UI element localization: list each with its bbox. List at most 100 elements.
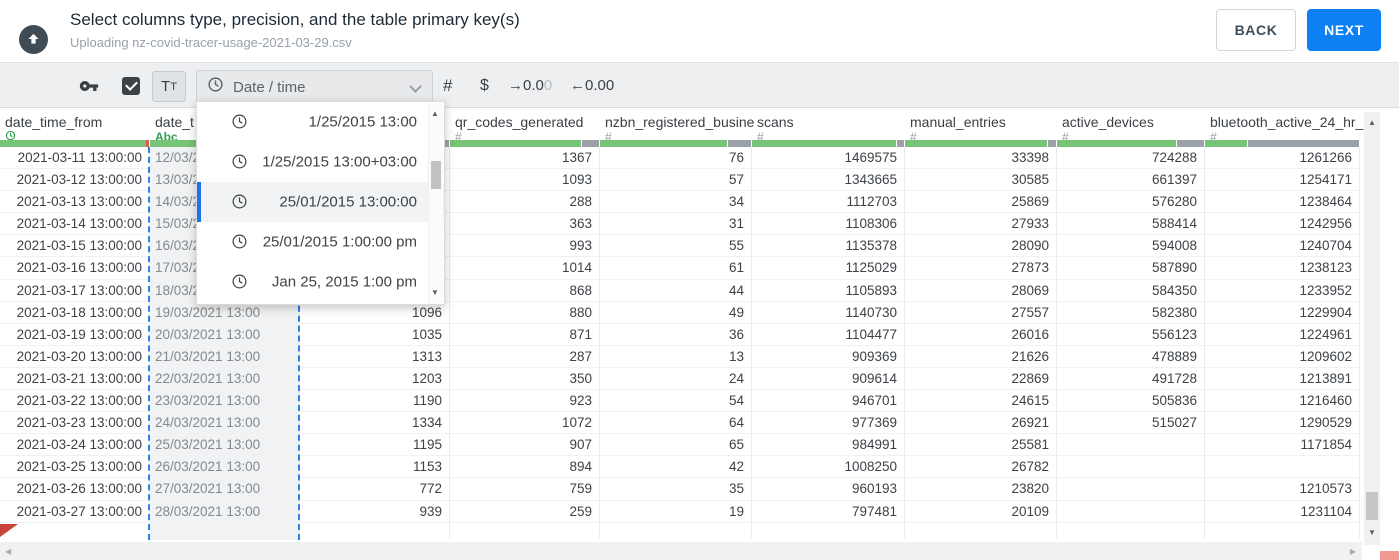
scroll-right-icon[interactable]: ▶ [1350,547,1356,556]
table-cell[interactable]: 2021-03-12 13:00:00 [0,169,150,191]
table-cell[interactable]: 35 [600,478,752,500]
table-cell[interactable]: 977369 [752,412,905,434]
table-cell[interactable]: 1014 [450,257,600,279]
table-cell[interactable]: 584350 [1057,280,1205,302]
table-cell[interactable]: 1093 [450,169,600,191]
table-cell[interactable] [1057,478,1205,500]
table-cell[interactable]: 907 [450,434,600,456]
table-cell[interactable]: 2021-03-13 13:00:00 [0,191,150,213]
table-cell[interactable]: 960193 [752,478,905,500]
column-header-scans[interactable]: scans [757,114,794,130]
table-cell[interactable]: 24/03/2021 13:00 [150,412,300,434]
table-cell[interactable]: 556123 [1057,324,1205,346]
table-cell[interactable]: 27/03/2021 13:00 [150,478,300,500]
table-cell[interactable]: 2021-03-25 13:00:00 [0,456,150,478]
table-cell[interactable]: 2021-03-27 13:00:00 [0,501,150,523]
table-cell[interactable]: 27933 [905,213,1057,235]
table-cell[interactable]: 49 [600,302,752,324]
table-cell[interactable]: 2021-03-22 13:00:00 [0,390,150,412]
table-cell[interactable]: 478889 [1057,346,1205,368]
table-cell[interactable]: 724288 [1057,147,1205,169]
column-header-date_t[interactable]: date_t [155,114,194,130]
table-cell[interactable]: 42 [600,456,752,478]
table-cell[interactable]: 21/03/2021 13:00 [150,346,300,368]
table-cell[interactable]: 1469575 [752,147,905,169]
vertical-scrollbar[interactable]: ▲ ▼ [1364,112,1380,545]
table-cell[interactable]: 505836 [1057,390,1205,412]
table-cell[interactable]: 1140730 [752,302,905,324]
table-cell[interactable]: 1210573 [1205,478,1360,500]
text-type-button[interactable]: TT [152,71,186,102]
table-cell[interactable]: 19 [600,501,752,523]
table-cell[interactable]: 2021-03-26 13:00:00 [0,478,150,500]
table-cell[interactable]: 1240704 [1205,235,1360,257]
table-cell[interactable]: 1195 [300,434,450,456]
table-cell[interactable]: 1203 [300,368,450,390]
table-cell[interactable]: 23820 [905,478,1057,500]
table-cell[interactable]: 28090 [905,235,1057,257]
table-cell[interactable]: 2021-03-21 13:00:00 [0,368,150,390]
table-cell[interactable]: 1242956 [1205,213,1360,235]
column-header-nzbn_registered_busine[interactable]: nzbn_registered_busine [605,114,754,130]
next-button[interactable]: NEXT [1307,9,1381,51]
table-cell[interactable]: 64 [600,412,752,434]
table-cell[interactable]: 2021-03-11 13:00:00 [0,147,150,169]
table-cell[interactable]: 26016 [905,324,1057,346]
table-cell[interactable]: 1238464 [1205,191,1360,213]
format-option[interactable]: 25/01/2015 1:00:00 pm [197,222,444,262]
decimal-decrease-button[interactable]: →0.00 [508,75,552,97]
table-cell[interactable]: 26921 [905,412,1057,434]
table-cell[interactable]: 993 [450,235,600,257]
column-header-active_devices[interactable]: active_devices [1062,114,1154,130]
table-cell[interactable] [1057,456,1205,478]
table-cell[interactable]: 2021-03-19 13:00:00 [0,324,150,346]
table-cell[interactable]: 1125029 [752,257,905,279]
scroll-down-icon[interactable]: ▼ [1368,528,1376,537]
table-cell[interactable]: 1224961 [1205,324,1360,346]
table-cell[interactable]: 909369 [752,346,905,368]
table-cell[interactable]: 28069 [905,280,1057,302]
table-cell[interactable]: 1313 [300,346,450,368]
table-cell[interactable]: 363 [450,213,600,235]
numeric-type-button[interactable]: # [443,75,452,97]
table-cell[interactable] [1205,456,1360,478]
table-cell[interactable]: 1035 [300,324,450,346]
table-cell[interactable]: 25/03/2021 13:00 [150,434,300,456]
table-cell[interactable]: 1238123 [1205,257,1360,279]
table-cell[interactable]: 1108306 [752,213,905,235]
table-cell[interactable]: 22869 [905,368,1057,390]
table-cell[interactable]: 287 [450,346,600,368]
scroll-down-icon[interactable]: ▼ [431,288,439,297]
table-cell[interactable]: 894 [450,456,600,478]
table-cell[interactable]: 2021-03-14 13:00:00 [0,213,150,235]
table-cell[interactable]: 1216460 [1205,390,1360,412]
table-cell[interactable]: 1209602 [1205,346,1360,368]
format-option[interactable]: Jan 25, 2015 1:00 pm [197,262,444,302]
table-cell[interactable]: 1105893 [752,280,905,302]
table-cell[interactable]: 1233952 [1205,280,1360,302]
table-cell[interactable]: 1290529 [1205,412,1360,434]
currency-type-button[interactable]: $ [480,75,489,97]
primary-key-icon[interactable] [78,76,100,101]
table-cell[interactable]: 2021-03-23 13:00:00 [0,412,150,434]
table-cell[interactable]: 24 [600,368,752,390]
table-cell[interactable]: 31 [600,213,752,235]
table-cell[interactable]: 1334 [300,412,450,434]
table-cell[interactable]: 30585 [905,169,1057,191]
datetime-type-select[interactable]: Date / time [196,70,433,104]
table-cell[interactable]: 1254171 [1205,169,1360,191]
table-cell[interactable]: 26/03/2021 13:00 [150,456,300,478]
table-cell[interactable]: 909614 [752,368,905,390]
table-cell[interactable]: 1072 [450,412,600,434]
table-cell[interactable]: 984991 [752,434,905,456]
table-cell[interactable]: 588414 [1057,213,1205,235]
scroll-up-icon[interactable]: ▲ [1368,118,1376,127]
format-option[interactable]: 1/25/2015 13:00 [197,102,444,142]
dropdown-scrollbar-thumb[interactable] [431,161,441,189]
table-cell[interactable]: 21626 [905,346,1057,368]
table-cell[interactable]: 55 [600,235,752,257]
table-cell[interactable]: 61 [600,257,752,279]
table-cell[interactable]: 1190 [300,390,450,412]
table-cell[interactable]: 2021-03-20 13:00:00 [0,346,150,368]
table-cell[interactable]: 2021-03-18 13:00:00 [0,302,150,324]
